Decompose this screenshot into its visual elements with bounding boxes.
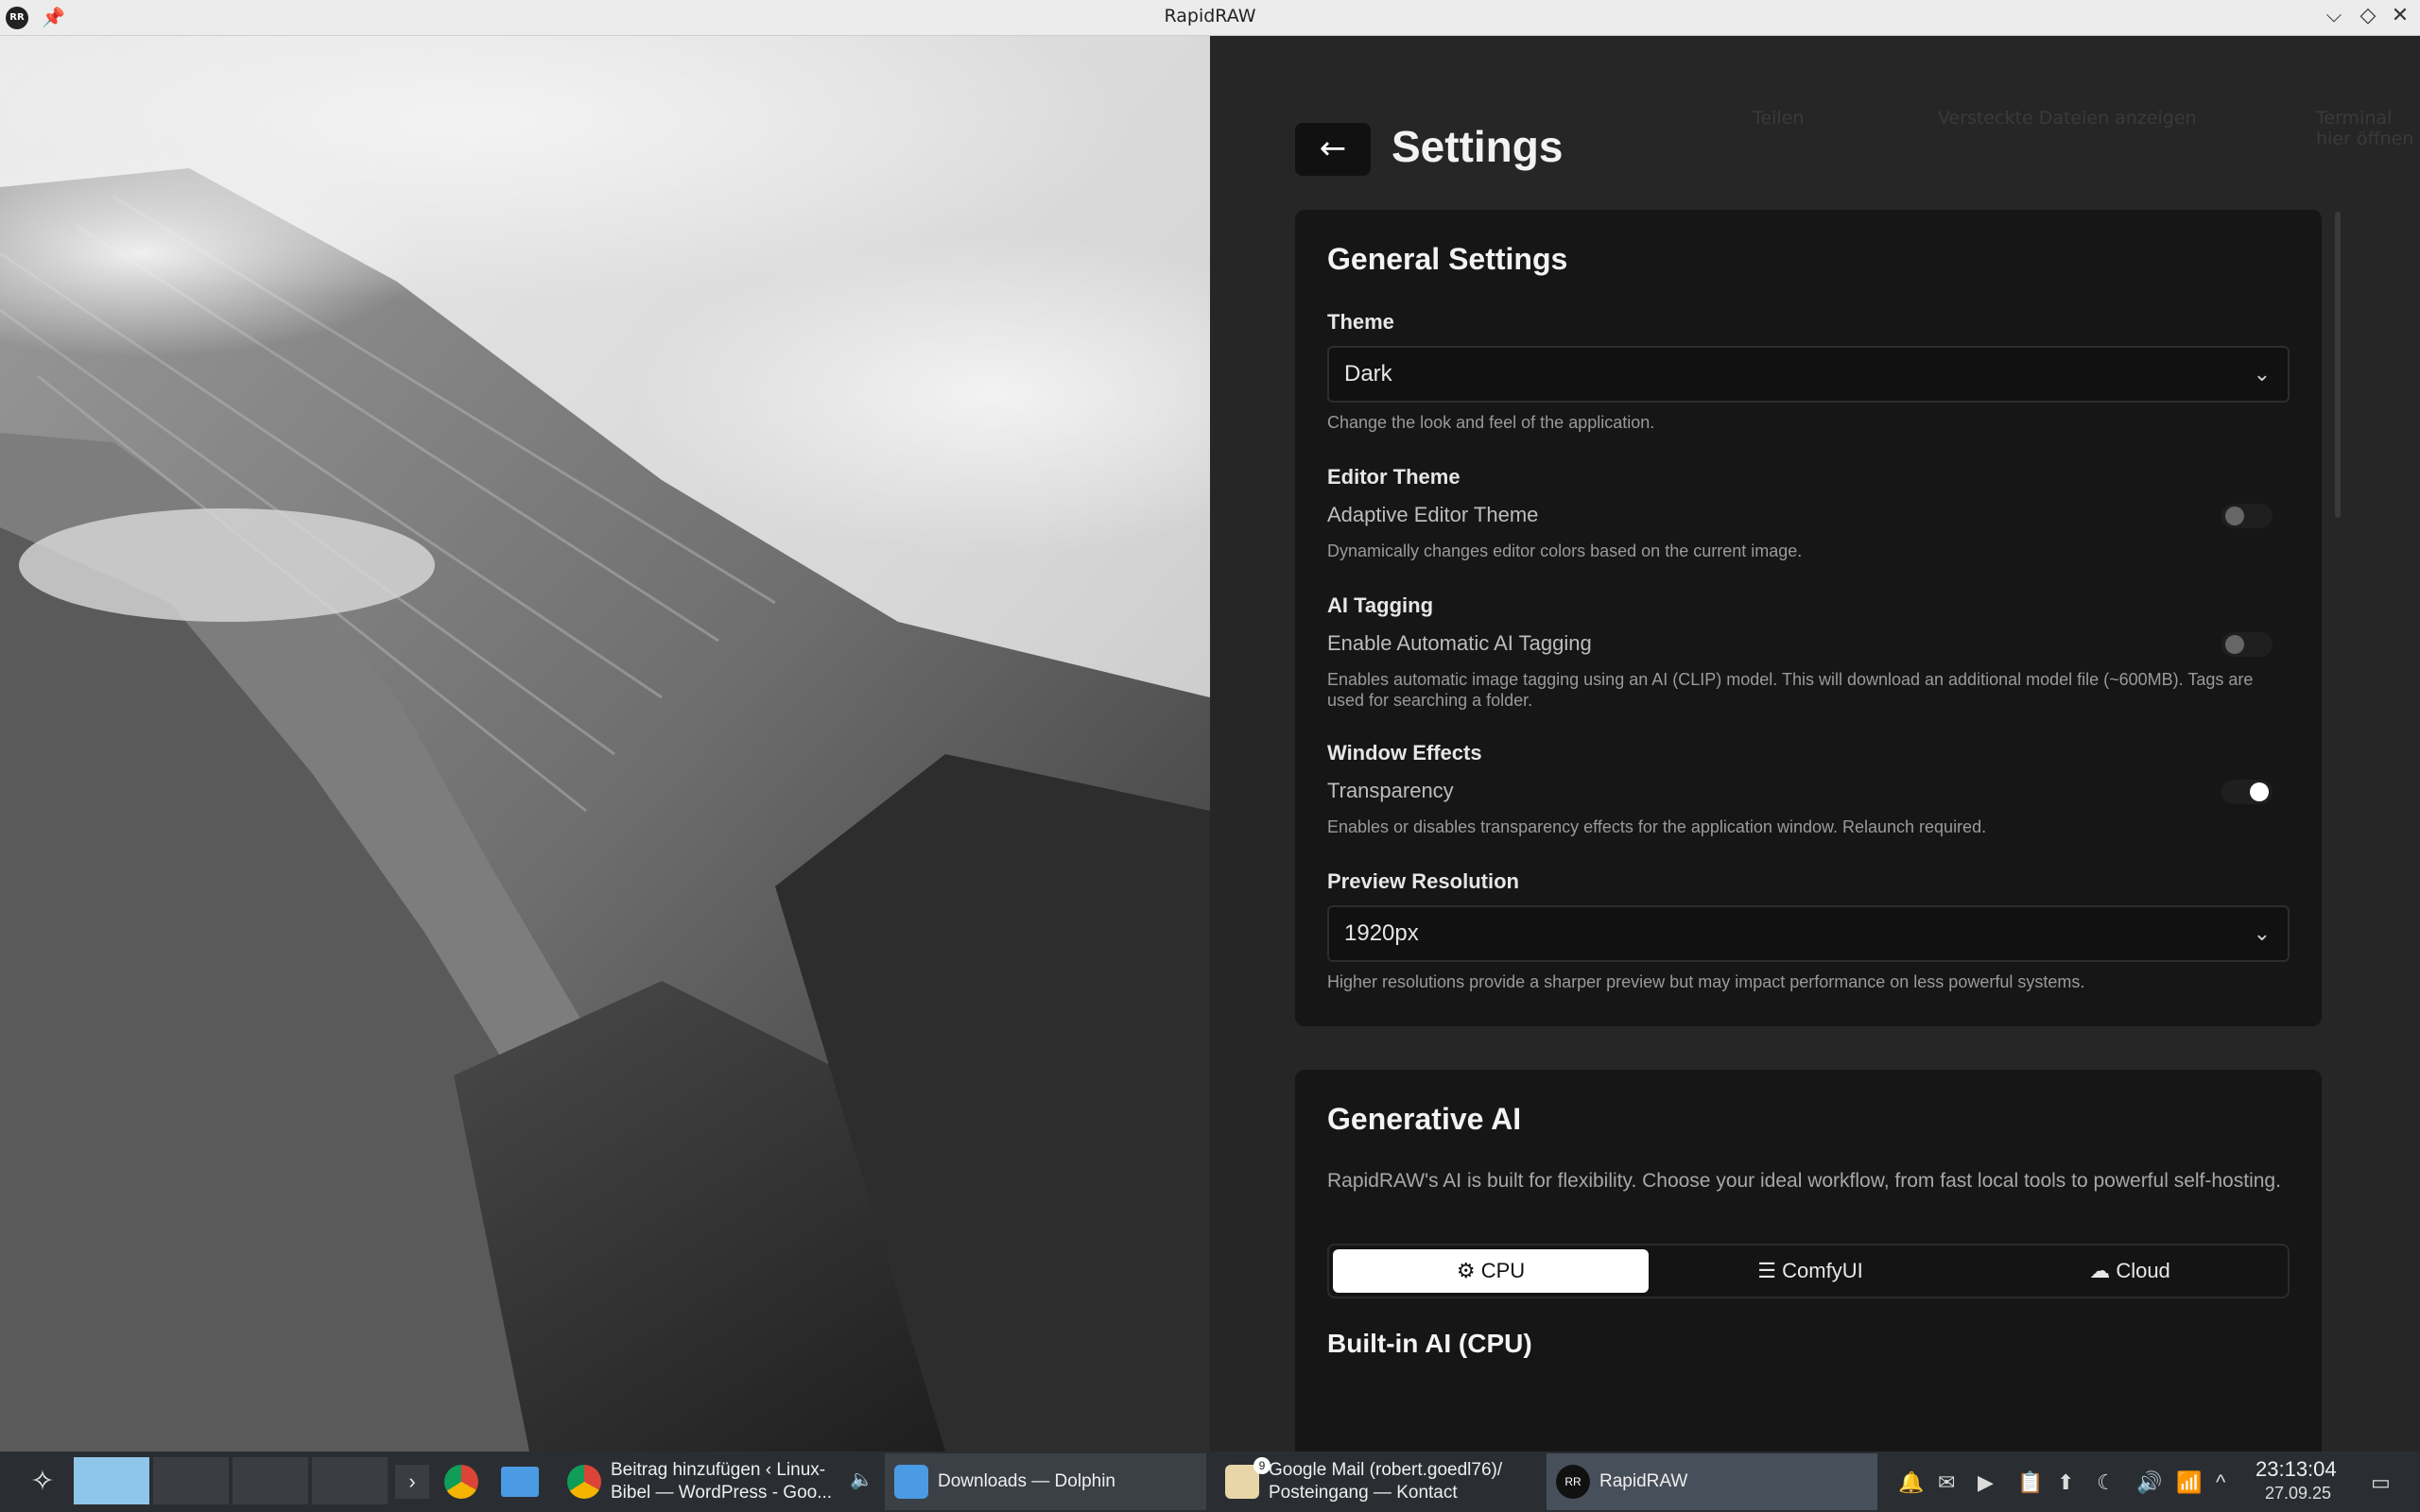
notification-icon[interactable]: 🔔	[1898, 1470, 1924, 1495]
app-logo-icon: RR	[1556, 1465, 1590, 1499]
virtual-desktop-2[interactable]	[153, 1457, 229, 1504]
ai-tagging-description: Enables automatic image tagging using an…	[1327, 670, 2254, 710]
chevron-right-icon[interactable]: ›	[395, 1465, 429, 1499]
adaptive-editor-theme-label: Adaptive Editor Theme	[1327, 503, 1539, 526]
media-player-icon[interactable]: ▶	[1978, 1470, 1994, 1495]
preview-resolution-label: Preview Resolution	[1327, 869, 1519, 893]
window-effects-description: Enables or disables transparency effects…	[1327, 817, 1987, 836]
transparency-label: Transparency	[1327, 779, 1454, 802]
page-title: Settings	[1392, 122, 1564, 171]
close-icon[interactable]: ✕	[2386, 4, 2414, 27]
mountain-photo	[0, 36, 1210, 1452]
image-preview[interactable]	[0, 36, 1210, 1452]
server-icon: ☰	[1757, 1259, 1783, 1282]
generative-ai-card: Generative AI RapidRAW's AI is built for…	[1295, 1070, 2322, 1467]
chrome-icon[interactable]	[444, 1465, 478, 1499]
clipboard-icon[interactable]: 📋	[2017, 1470, 2043, 1495]
ghost-terminal: Terminal hier öffnen	[2316, 108, 2414, 149]
task-dolphin[interactable]: Downloads — Dolphin	[885, 1453, 1206, 1510]
general-settings-card: General Settings Theme Dark ⌄ Change the…	[1295, 210, 2322, 1026]
speaker-icon: 🔈	[850, 1469, 873, 1490]
chevron-down-icon: ⌄	[2253, 362, 2271, 386]
preview-resolution-description: Higher resolutions provide a sharper pre…	[1327, 972, 2085, 991]
transparency-toggle[interactable]	[2221, 780, 2273, 804]
adaptive-editor-theme-toggle[interactable]	[2221, 504, 2273, 528]
auto-ai-tagging-label: Enable Automatic AI Tagging	[1327, 631, 1592, 655]
show-desktop-icon[interactable]: ▭	[2371, 1470, 2391, 1495]
clock-time[interactable]: 23:13:04	[2256, 1457, 2337, 1482]
cloud-icon: ☁	[2089, 1259, 2117, 1282]
mail-tray-icon[interactable]: ✉	[1938, 1470, 1955, 1495]
clock-date[interactable]: 27.09.25	[2265, 1484, 2331, 1503]
cpu-mode-button[interactable]: ⚙ CPU	[1333, 1249, 1649, 1293]
chevron-up-icon[interactable]: ^	[2216, 1470, 2225, 1495]
generative-ai-title: Generative AI	[1327, 1102, 1522, 1136]
ai-mode-selector: ⚙ CPU ☰ ComfyUI ☁ Cloud	[1327, 1244, 2290, 1298]
window-titlebar: RR 📌 RapidRAW ⌵ ◇ ✕	[0, 0, 2420, 36]
back-button[interactable]: ←	[1295, 123, 1371, 176]
theme-description: Change the look and feel of the applicat…	[1327, 413, 1655, 432]
maximize-icon[interactable]: ◇	[2354, 4, 2382, 27]
editor-theme-description: Dynamically changes editor colors based …	[1327, 541, 1803, 560]
task-kontact[interactable]: 9 Google Mail (robert.goedl76)/Posteinga…	[1216, 1453, 1537, 1510]
window-effects-label: Window Effects	[1327, 741, 1482, 765]
preview-resolution-value: 1920px	[1344, 920, 1419, 946]
theme-select[interactable]: Dark ⌄	[1327, 346, 2290, 403]
ai-tagging-label: AI Tagging	[1327, 593, 1434, 617]
virtual-desktop-1[interactable]	[74, 1457, 149, 1504]
ghost-share: Teilen	[1753, 108, 1805, 129]
wifi-icon[interactable]: 📶	[2176, 1470, 2202, 1495]
theme-select-value: Dark	[1344, 361, 1392, 387]
window-title: RapidRAW	[1164, 6, 1256, 26]
theme-label: Theme	[1327, 310, 1394, 334]
arrow-left-icon: ←	[1319, 129, 1347, 167]
night-color-icon[interactable]: ☾	[2097, 1470, 2116, 1495]
comfyui-mode-button[interactable]: ☰ ComfyUI	[1652, 1249, 1968, 1293]
auto-ai-tagging-toggle[interactable]	[2221, 632, 2273, 657]
folder-icon[interactable]	[501, 1467, 539, 1497]
virtual-desktop-4[interactable]	[312, 1457, 388, 1504]
chevron-down-icon: ⌄	[2253, 921, 2271, 945]
chrome-icon	[567, 1465, 601, 1499]
ghost-hidden-files: Versteckte Dateien anzeigen	[1938, 108, 2197, 129]
cpu-icon: ⚙	[1456, 1259, 1481, 1282]
task-rapidraw[interactable]: RR RapidRAW	[1547, 1453, 1877, 1510]
updates-icon[interactable]: ⬆	[2057, 1470, 2074, 1495]
editor-theme-label: Editor Theme	[1327, 465, 1461, 489]
general-settings-title: General Settings	[1327, 242, 1568, 276]
settings-scrollbar[interactable]	[2335, 212, 2341, 518]
cloud-mode-button[interactable]: ☁ Cloud	[1972, 1249, 2288, 1293]
virtual-desktop-3[interactable]	[233, 1457, 308, 1504]
minimize-icon[interactable]: ⌵	[2320, 4, 2348, 27]
app-launcher-icon[interactable]: ✧	[19, 1452, 66, 1512]
folder-icon	[894, 1465, 928, 1499]
taskbar: ✧ › Beitrag hinzufügen ‹ Linux- Bibel — W…	[0, 1452, 2420, 1512]
builtin-ai-heading: Built-in AI (CPU)	[1327, 1329, 1532, 1358]
preview-resolution-select[interactable]: 1920px ⌄	[1327, 905, 2290, 962]
volume-icon[interactable]: 🔊	[2136, 1470, 2162, 1495]
generative-ai-description: RapidRAW's AI is built for flexibility. …	[1327, 1170, 2281, 1192]
task-wordpress[interactable]: Beitrag hinzufügen ‹ Linux- Bibel — WordP…	[558, 1453, 879, 1510]
